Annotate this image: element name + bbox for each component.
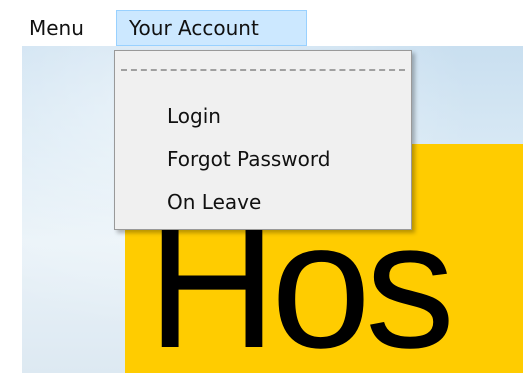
menu-bar: Menu Your Account	[0, 0, 523, 46]
tearoff-line[interactable]	[121, 69, 405, 71]
menu-item-forgot-password[interactable]: Forgot Password	[167, 144, 330, 174]
menu-item-on-leave[interactable]: On Leave	[167, 187, 261, 217]
menu-item-login[interactable]: Login	[167, 101, 221, 131]
menu-your-account[interactable]: Your Account	[116, 10, 307, 46]
account-dropdown-menu: Login Forgot Password On Leave	[114, 50, 412, 230]
menu-main[interactable]: Menu	[22, 11, 91, 45]
app-window: Menu Your Account Hos Login Forgot Passw…	[0, 0, 523, 373]
